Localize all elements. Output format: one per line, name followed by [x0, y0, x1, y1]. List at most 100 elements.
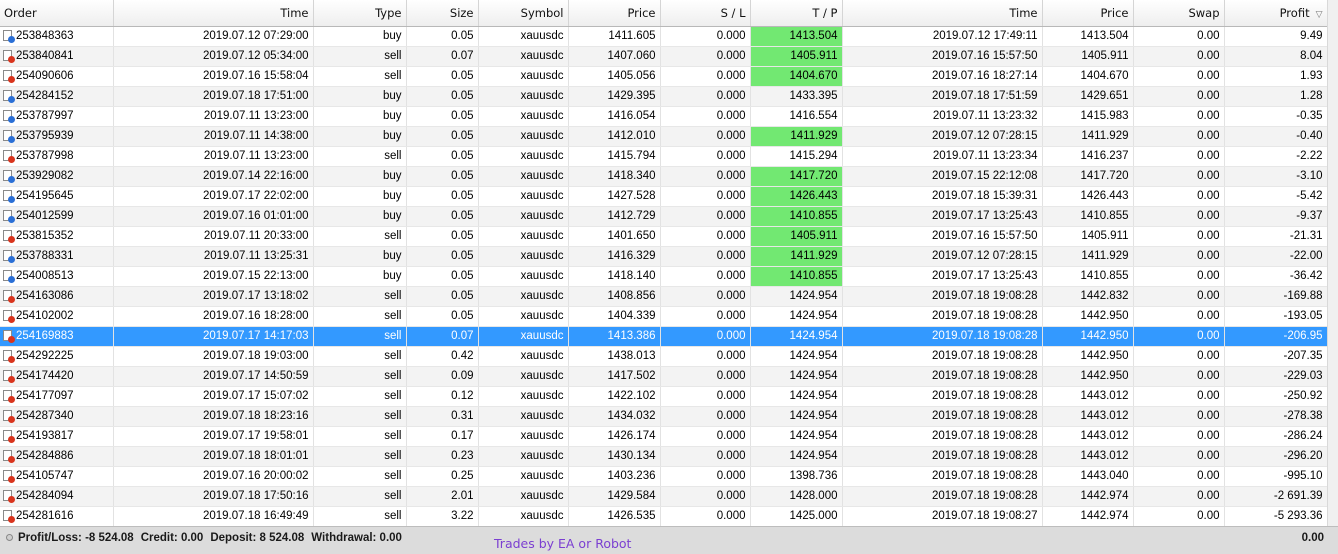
table-row[interactable]: 253840841 2019.07.12 05:34:00 sell 0.07 xauu…: [0, 46, 1327, 67]
cell-profit: -995.10: [1224, 466, 1327, 487]
cell-sl: 0.000: [660, 206, 751, 227]
cell-tp: 1415.294: [750, 146, 843, 167]
column-header-type[interactable]: Type: [313, 0, 407, 27]
cell-symbol: xauusdc: [478, 46, 569, 67]
cell-type: sell: [313, 506, 407, 526]
table-row[interactable]: 254012599 2019.07.16 01:01:00 buy 0.05 xauus…: [0, 206, 1327, 227]
cell-price: 1426.174: [568, 426, 661, 447]
order-number: 254284094: [16, 489, 74, 502]
sell-order-icon: [3, 70, 15, 84]
cell-symbol: xauusdc: [478, 346, 569, 367]
table-row[interactable]: 254287340 2019.07.18 18:23:16 sell 0.31 xauu…: [0, 406, 1327, 427]
column-header-label: Time: [280, 5, 309, 20]
order-number: 254177097: [16, 389, 74, 402]
cell-close-price: 1405.911: [1042, 46, 1134, 67]
table-row[interactable]: 254177097 2019.07.17 15:07:02 sell 0.12 xauu…: [0, 386, 1327, 407]
cell-time: 2019.07.11 13:25:31: [113, 246, 314, 267]
cell-profit: 8.04: [1224, 46, 1327, 67]
table-row[interactable]: 254105747 2019.07.16 20:00:02 sell 0.25 xauu…: [0, 466, 1327, 487]
order-number: 254284886: [16, 449, 74, 462]
table-row[interactable]: 253848363 2019.07.12 07:29:00 buy 0.05 xauus…: [0, 26, 1327, 47]
cell-size: 0.31: [406, 406, 479, 427]
order-number: 253840841: [16, 49, 74, 62]
cell-price: 1429.584: [568, 486, 661, 507]
deposit-value: Deposit: 8 524.08: [210, 532, 305, 544]
cell-order: 253929082: [0, 166, 114, 187]
cell-swap: 0.00: [1133, 506, 1225, 526]
sell-order-icon: [3, 330, 15, 344]
table-row[interactable]: 254163086 2019.07.17 13:18:02 sell 0.05 xauu…: [0, 286, 1327, 307]
buy-order-icon: [3, 210, 15, 224]
cell-close-price: 1413.504: [1042, 26, 1134, 47]
column-header-time[interactable]: Time: [113, 0, 314, 27]
table-row[interactable]: 254193817 2019.07.17 19:58:01 sell 0.17 xauu…: [0, 426, 1327, 447]
order-number: 253848363: [16, 29, 74, 42]
cell-profit: -229.03: [1224, 366, 1327, 387]
table-row[interactable]: 254292225 2019.07.18 19:03:00 sell 0.42 xauu…: [0, 346, 1327, 367]
table-row[interactable]: 254102002 2019.07.16 18:28:00 sell 0.05 xauu…: [0, 306, 1327, 327]
cell-swap: 0.00: [1133, 466, 1225, 487]
column-header-close-price[interactable]: Price: [1042, 0, 1134, 27]
table-row[interactable]: 253788331 2019.07.11 13:25:31 buy 0.05 xauus…: [0, 246, 1327, 267]
table-row[interactable]: 254284886 2019.07.18 18:01:01 sell 0.23 xauu…: [0, 446, 1327, 467]
cell-close-time: 2019.07.17 13:25:43: [842, 206, 1043, 227]
buy-order-icon: [3, 190, 15, 204]
cell-symbol: xauusdc: [478, 406, 569, 427]
table-row[interactable]: 253929082 2019.07.14 22:16:00 buy 0.05 xauus…: [0, 166, 1327, 187]
table-row[interactable]: 253795939 2019.07.11 14:38:00 buy 0.05 xauus…: [0, 126, 1327, 147]
sell-order-icon: [3, 510, 15, 524]
cell-time: 2019.07.14 22:16:00: [113, 166, 314, 187]
column-header-price[interactable]: Price: [568, 0, 661, 27]
cell-order: 254292225: [0, 346, 114, 367]
cell-symbol: xauusdc: [478, 506, 569, 526]
history-window: Order Time Type Size Symbol Price S / L …: [0, 0, 1338, 554]
cell-sl: 0.000: [660, 386, 751, 407]
table-row[interactable]: 254195645 2019.07.17 22:02:00 buy 0.05 xauus…: [0, 186, 1327, 207]
cell-sl: 0.000: [660, 146, 751, 167]
order-number: 254012599: [16, 209, 74, 222]
cell-swap: 0.00: [1133, 66, 1225, 87]
table-row[interactable]: 254281616 2019.07.18 16:49:49 sell 3.22 xauu…: [0, 506, 1327, 526]
table-row[interactable]: 254008513 2019.07.15 22:13:00 buy 0.05 xauus…: [0, 266, 1327, 287]
column-header-close-time[interactable]: Time: [842, 0, 1043, 27]
cell-price: 1403.236: [568, 466, 661, 487]
column-header-symbol[interactable]: Symbol: [478, 0, 569, 27]
cell-type: buy: [313, 166, 407, 187]
column-header-order[interactable]: Order: [0, 0, 114, 27]
cell-close-price: 1416.237: [1042, 146, 1134, 167]
table-row[interactable]: 254174420 2019.07.17 14:50:59 sell 0.09 xauu…: [0, 366, 1327, 387]
column-header-label: Swap: [1188, 5, 1220, 20]
cell-profit: -3.10: [1224, 166, 1327, 187]
table-row[interactable]: 254169883 2019.07.17 14:17:03 sell 0.07 xauu…: [0, 326, 1327, 347]
cell-swap: 0.00: [1133, 246, 1225, 267]
cell-symbol: xauusdc: [478, 86, 569, 107]
cell-close-price: 1404.670: [1042, 66, 1134, 87]
column-header-tp[interactable]: T / P: [750, 0, 843, 27]
table-row[interactable]: 254090606 2019.07.16 15:58:04 sell 0.05 xauu…: [0, 66, 1327, 87]
table-row[interactable]: 253815352 2019.07.11 20:33:00 sell 0.05 xauu…: [0, 226, 1327, 247]
table-row[interactable]: 253787997 2019.07.11 13:23:00 buy 0.05 xauus…: [0, 106, 1327, 127]
cell-symbol: xauusdc: [478, 466, 569, 487]
column-header-size[interactable]: Size: [406, 0, 479, 27]
table-row[interactable]: 253787998 2019.07.11 13:23:00 sell 0.05 xauu…: [0, 146, 1327, 167]
cell-size: 0.05: [406, 86, 479, 107]
column-header-swap[interactable]: Swap: [1133, 0, 1225, 27]
table-row[interactable]: 254284094 2019.07.18 17:50:16 sell 2.01 xauu…: [0, 486, 1327, 507]
table-row[interactable]: 254284152 2019.07.18 17:51:00 buy 0.05 xauus…: [0, 86, 1327, 107]
cell-size: 0.25: [406, 466, 479, 487]
column-header-sl[interactable]: S / L: [660, 0, 751, 27]
cell-time: 2019.07.18 19:03:00: [113, 346, 314, 367]
cell-close-price: 1443.012: [1042, 446, 1134, 467]
vertical-scrollbar[interactable]: [1327, 0, 1338, 526]
cell-symbol: xauusdc: [478, 266, 569, 287]
order-number: 254163086: [16, 289, 74, 302]
order-number: 254174420: [16, 369, 74, 382]
column-header-profit[interactable]: Profit ▽: [1224, 0, 1327, 27]
cell-symbol: xauusdc: [478, 386, 569, 407]
cell-close-time: 2019.07.18 19:08:28: [842, 366, 1043, 387]
cell-close-price: 1443.040: [1042, 466, 1134, 487]
cell-sl: 0.000: [660, 286, 751, 307]
buy-order-icon: [3, 130, 15, 144]
cell-price: 1404.339: [568, 306, 661, 327]
order-number: 254105747: [16, 469, 74, 482]
